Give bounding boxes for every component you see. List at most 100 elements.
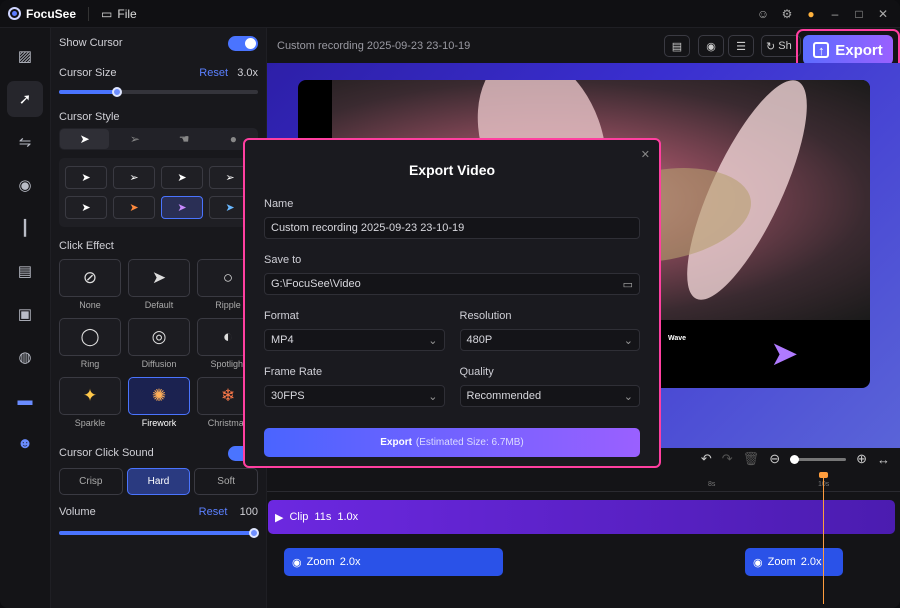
estimated-size: (Estimated Size: 6.7MB) bbox=[415, 437, 524, 448]
volume-reset[interactable]: Reset bbox=[199, 506, 228, 518]
zoom-out-icon[interactable]: ⊖ bbox=[769, 451, 780, 467]
show-cursor-row: Show Cursor bbox=[59, 34, 258, 52]
delete-icon[interactable]: 🗑 bbox=[743, 451, 760, 467]
cursor-settings-panel: Show Cursor Cursor Size Reset 3.0x Curso… bbox=[51, 28, 267, 608]
cursor-style-tabs: ➤ ➢ ☚ ● bbox=[59, 128, 258, 150]
frame-icon[interactable]: ▣ bbox=[7, 296, 43, 332]
format-resolution-row: Format MP4 ⌄ Resolution 480P ⌄ bbox=[264, 310, 640, 351]
sound-soft[interactable]: Soft bbox=[194, 468, 259, 495]
timeline-zoom-slider[interactable] bbox=[790, 454, 847, 464]
title-bar: FocuSee ▭ File ☺ ⚙ ● – □ ✕ bbox=[0, 0, 900, 28]
upgrade-icon[interactable]: ● bbox=[804, 7, 818, 21]
cursor-style-row: Cursor Style bbox=[59, 108, 258, 126]
audio-icon[interactable]: ┃ bbox=[7, 210, 43, 246]
volume-row: Volume Reset 100 bbox=[59, 503, 258, 521]
path-icon[interactable]: ⇋ bbox=[7, 124, 43, 160]
click-sound-label: Cursor Click Sound bbox=[59, 447, 154, 459]
window-controls: ☺ ⚙ ● – □ ✕ bbox=[756, 0, 890, 28]
share-icon: ↻ bbox=[766, 40, 776, 53]
share-button[interactable]: ↻ Sh bbox=[761, 35, 801, 57]
zoom-label: Zoom bbox=[767, 556, 796, 568]
cursor-option[interactable]: ➤ bbox=[113, 196, 155, 219]
divider bbox=[88, 6, 90, 21]
settings-icon[interactable]: ⚙ bbox=[780, 7, 794, 21]
preview-eye-icon[interactable]: ◉ bbox=[698, 35, 724, 57]
volume-slider[interactable] bbox=[59, 528, 259, 538]
timeline-ruler: 8s 10s bbox=[267, 476, 900, 492]
playhead[interactable] bbox=[819, 472, 828, 604]
redo-icon[interactable]: ↷ bbox=[722, 451, 733, 467]
chevron-down-icon: ⌄ bbox=[623, 390, 633, 403]
effect-default[interactable]: ➤ Default bbox=[128, 259, 190, 310]
captions-toggle-icon[interactable]: ▤ bbox=[664, 35, 690, 57]
watermark-icon[interactable]: ▬ bbox=[7, 382, 43, 418]
effects-icon[interactable]: ◍ bbox=[7, 339, 43, 375]
cursor-size-row: Cursor Size Reset 3.0x bbox=[59, 64, 258, 82]
resolution-select[interactable]: 480P ⌄ bbox=[459, 329, 640, 351]
cursor-option[interactable]: ➤ bbox=[161, 166, 203, 189]
sound-hard[interactable]: Hard bbox=[126, 468, 191, 495]
maximize-icon[interactable]: □ bbox=[852, 7, 866, 21]
show-cursor-toggle[interactable] bbox=[228, 35, 258, 51]
file-menu-label: File bbox=[117, 6, 137, 21]
effect-firework[interactable]: ✺ Firework bbox=[128, 377, 190, 428]
undo-icon[interactable]: ↶ bbox=[701, 451, 712, 467]
click-effect-label: Click Effect bbox=[59, 240, 114, 252]
zoom-segment[interactable]: ◉ Zoom 2.0x bbox=[284, 548, 503, 576]
cursor-option-selected[interactable]: ➤ bbox=[161, 196, 203, 219]
background-icon[interactable]: ▨ bbox=[7, 38, 43, 74]
tab-hand[interactable]: ☚ bbox=[160, 132, 209, 146]
framerate-select[interactable]: 30FPS ⌄ bbox=[264, 385, 445, 407]
focusee-logo-icon bbox=[8, 7, 21, 20]
tab-pointer[interactable]: ➢ bbox=[110, 132, 159, 146]
framerate-label: Frame Rate bbox=[264, 366, 323, 378]
format-select[interactable]: MP4 ⌄ bbox=[264, 329, 445, 351]
quality-select[interactable]: Recommended ⌄ bbox=[459, 385, 640, 407]
app-name: FocuSee bbox=[26, 6, 77, 21]
cursor-option[interactable]: ➢ bbox=[113, 166, 155, 189]
name-input[interactable]: Custom recording 2025-09-23 23-10-19 bbox=[264, 217, 640, 239]
zoom-segment[interactable]: ◉ Zoom 2.0x bbox=[745, 548, 843, 576]
file-menu[interactable]: ▭ File bbox=[101, 7, 137, 21]
format-label: Format bbox=[264, 310, 299, 322]
effect-ring[interactable]: ◯ Ring bbox=[59, 318, 121, 369]
effect-none[interactable]: ⊘ None bbox=[59, 259, 121, 310]
export-button[interactable]: ↑ Export bbox=[803, 35, 893, 65]
captions-icon[interactable]: ▤ bbox=[7, 253, 43, 289]
click-effect-grid: ⊘ None ➤ Default ○ Ripple ◯ Ring ◎ Diffusion … bbox=[59, 259, 259, 428]
cursor-size-slider[interactable] bbox=[59, 87, 258, 97]
sound-crisp[interactable]: Crisp bbox=[59, 468, 123, 495]
left-toolbar: ▨ ➚ ⇋ ◉ ┃ ▤ ▣ ◍ ▬ ☻ bbox=[0, 28, 51, 608]
cursor-size-reset[interactable]: Reset bbox=[199, 67, 228, 79]
avatar-icon[interactable]: ☻ bbox=[7, 425, 43, 461]
zoom-icon: ◉ bbox=[753, 556, 763, 569]
name-label: Name bbox=[264, 198, 294, 210]
fit-icon[interactable]: ↔ bbox=[877, 452, 890, 467]
cursor-option[interactable]: ➤ bbox=[65, 166, 107, 189]
zoom-in-icon[interactable]: ⊕ bbox=[856, 451, 867, 467]
chevron-down-icon: ⌄ bbox=[428, 334, 438, 347]
dialog-export-button[interactable]: Export (Estimated Size: 6.7MB) bbox=[264, 428, 640, 457]
close-icon[interactable]: ✕ bbox=[876, 7, 890, 21]
effect-sparkle[interactable]: ✦ Sparkle bbox=[59, 377, 121, 428]
cursor-icon[interactable]: ➚ bbox=[7, 81, 43, 117]
feedback-icon[interactable]: ☺ bbox=[756, 7, 770, 21]
recording-title: Custom recording 2025-09-23 23-10-19 bbox=[277, 39, 471, 52]
folder-browse-icon[interactable]: ▭ bbox=[623, 278, 633, 291]
click-sound-row: Cursor Click Sound bbox=[59, 444, 258, 462]
tab-arrow[interactable]: ➤ bbox=[60, 129, 110, 149]
dialog-title: Export Video bbox=[408, 162, 496, 178]
close-dialog-icon[interactable]: ✕ bbox=[641, 148, 650, 161]
timeline-controls: ↶ ↷ 🗑 ⊖ ⊕ ↔ bbox=[701, 448, 890, 470]
camera-icon[interactable]: ◉ bbox=[7, 167, 43, 203]
save-path-input[interactable]: G:\FocuSee\Video ▭ bbox=[264, 273, 640, 295]
cursor-option[interactable]: ➤ bbox=[65, 196, 107, 219]
adjust-icon[interactable]: ☰ bbox=[728, 35, 754, 57]
minimize-icon[interactable]: – bbox=[828, 7, 842, 21]
export-dialog: ✕ Export Video Name Custom recording 202… bbox=[243, 138, 661, 468]
cursor-size-knob[interactable] bbox=[112, 87, 122, 97]
clip-track[interactable]: ▶ Clip 11s 1.0x bbox=[268, 500, 895, 534]
effect-diffusion[interactable]: ◎ Diffusion bbox=[128, 318, 190, 369]
volume-knob[interactable] bbox=[249, 528, 259, 538]
show-cursor-label: Show Cursor bbox=[59, 37, 123, 49]
